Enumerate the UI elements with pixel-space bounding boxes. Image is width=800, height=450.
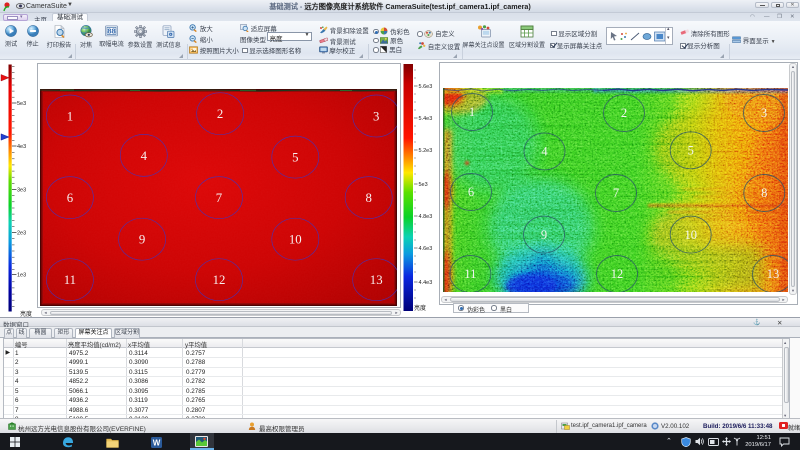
- svg-text:5: 5: [292, 151, 298, 165]
- svg-text:7: 7: [613, 186, 619, 200]
- svg-text:1e3: 1e3: [17, 273, 26, 279]
- svg-text:6: 6: [66, 191, 73, 205]
- svg-text:5e3: 5e3: [17, 101, 26, 107]
- svg-text:10: 10: [288, 233, 301, 247]
- svg-text:5: 5: [688, 144, 694, 158]
- svg-text:3: 3: [761, 106, 767, 120]
- svg-text:4: 4: [140, 149, 147, 163]
- svg-text:13: 13: [767, 267, 780, 281]
- svg-text:11: 11: [63, 273, 75, 287]
- svg-text:9: 9: [138, 233, 144, 247]
- svg-text:1: 1: [469, 105, 475, 119]
- svg-text:3: 3: [372, 110, 378, 124]
- svg-text:12: 12: [212, 273, 225, 287]
- svg-text:2e3: 2e3: [17, 231, 26, 237]
- svg-text:12: 12: [611, 267, 624, 281]
- svg-text:13: 13: [369, 273, 382, 287]
- svg-text:11: 11: [464, 267, 476, 281]
- svg-text:4: 4: [541, 145, 548, 159]
- svg-text:8: 8: [761, 186, 767, 200]
- svg-text:10: 10: [684, 228, 697, 242]
- svg-text:4.6e3: 4.6e3: [419, 246, 433, 252]
- svg-text:3e3: 3e3: [17, 188, 26, 194]
- svg-text:5e3: 5e3: [419, 182, 428, 188]
- svg-text:6: 6: [468, 185, 474, 199]
- svg-text:4e3: 4e3: [17, 144, 26, 150]
- svg-text:5.6e3: 5.6e3: [419, 84, 433, 90]
- svg-text:8: 8: [365, 191, 371, 205]
- svg-text:9: 9: [541, 228, 547, 242]
- svg-text:4.8e3: 4.8e3: [419, 214, 433, 220]
- svg-text:7: 7: [215, 191, 222, 205]
- svg-text:2: 2: [621, 106, 627, 120]
- svg-text:1: 1: [66, 110, 72, 124]
- svg-text:5.2e3: 5.2e3: [419, 148, 433, 154]
- svg-text:88: 88: [107, 27, 115, 36]
- svg-text:5.4e3: 5.4e3: [419, 116, 433, 122]
- svg-text:2: 2: [216, 107, 222, 121]
- svg-text:W: W: [153, 438, 161, 447]
- svg-text:4.4e3: 4.4e3: [419, 280, 433, 286]
